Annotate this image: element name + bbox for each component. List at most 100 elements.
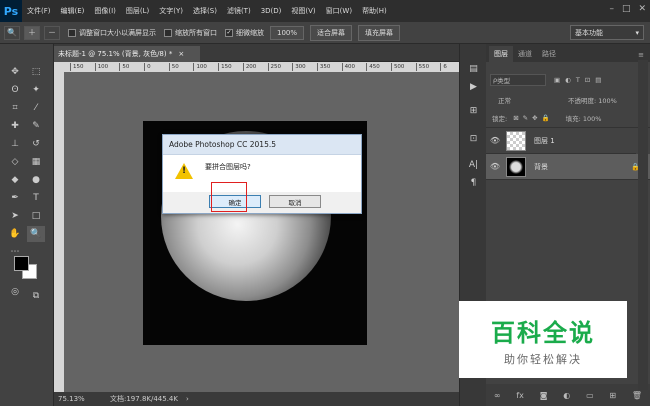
fill-field[interactable]: 填充: 100%	[566, 113, 602, 123]
layer-thumbnail	[506, 130, 526, 151]
menu-file[interactable]: 文件(F)	[22, 6, 56, 16]
fill-screen-button[interactable]: 填充屏幕	[358, 24, 401, 41]
minimize-button[interactable]: –	[609, 4, 614, 14]
lock-label: 锁定:	[492, 115, 508, 123]
ruler-tick-label: 350	[316, 63, 330, 71]
properties-panel-icon[interactable]: ⊞	[466, 104, 481, 118]
clone-stamp-tool-icon[interactable]: ⊥	[6, 136, 24, 152]
tab-paths[interactable]: 路径	[537, 46, 561, 62]
crop-tool-icon[interactable]: ⌗	[6, 100, 24, 116]
document-info: 文档:197.8K/445.4K	[110, 395, 178, 403]
new-group-icon[interactable]: ▭	[586, 391, 594, 400]
watermark-subtitle: 助你轻松解决	[504, 352, 582, 366]
type-tool-icon[interactable]: T	[27, 190, 45, 206]
screen-mode-icon[interactable]: ⧉	[27, 288, 45, 304]
ruler-tick-label: 200	[242, 63, 256, 71]
brush-tool-icon[interactable]: ✎	[27, 118, 45, 134]
menu-select[interactable]: 选择(S)	[188, 6, 222, 16]
workspace-select[interactable]: 基本功能 ▾	[570, 25, 644, 40]
warning-icon: !	[175, 163, 193, 179]
document-tab-bar: 未标题-1 @ 75.1% (背景, 灰色/8) * ×	[54, 44, 459, 62]
zoom-level[interactable]: 75.13%	[58, 395, 98, 403]
zoom-all-checkbox[interactable]: 缩放所有窗口	[164, 28, 217, 38]
filter-type-icons[interactable]: ▣◐T⊡▤	[554, 76, 606, 84]
close-tab-icon[interactable]: ×	[178, 50, 184, 58]
delete-layer-icon[interactable]: 🗑	[632, 391, 642, 400]
history-panel-icon[interactable]: ▤	[466, 62, 481, 76]
adjustment-layer-icon[interactable]: ◐	[563, 391, 570, 400]
magic-wand-tool-icon[interactable]: ✦	[27, 82, 45, 98]
link-layers-icon[interactable]: ∞	[494, 391, 501, 400]
menu-help[interactable]: 帮助(H)	[357, 6, 392, 16]
ruler-tick-label: 0	[144, 63, 151, 71]
history-brush-tool-icon[interactable]: ↺	[27, 136, 45, 152]
document-tab[interactable]: 未标题-1 @ 75.1% (背景, 灰色/8) * ×	[54, 46, 200, 62]
ruler-tick-label: 50	[119, 63, 129, 71]
ruler-tick-label: 150	[70, 63, 84, 71]
visibility-eye-icon[interactable]: 👁	[486, 136, 504, 145]
move-tool-icon[interactable]: ✥	[6, 64, 24, 80]
zoom-tool-icon[interactable]: 🔍	[27, 226, 45, 242]
menu-window[interactable]: 窗口(W)	[321, 6, 357, 16]
checkbox-icon	[68, 28, 76, 37]
gradient-tool-icon[interactable]: ▦	[27, 154, 45, 170]
new-layer-icon[interactable]: ⊞	[609, 391, 616, 400]
eraser-tool-icon[interactable]: ◇	[6, 154, 24, 170]
chevron-right-icon[interactable]: ›	[186, 395, 189, 403]
blend-mode-select[interactable]: 正常	[498, 95, 558, 105]
filter-kind-select[interactable]: ρ 类型	[490, 74, 546, 86]
menu-filter[interactable]: 滤镜(T)	[222, 6, 256, 16]
ruler-tick-label: 300	[292, 63, 306, 71]
paragraph-panel-icon[interactable]: ¶	[466, 176, 481, 190]
zoom-out-icon[interactable]: －	[44, 25, 60, 40]
tab-layers[interactable]: 图层	[489, 46, 513, 62]
menu-layer[interactable]: 图层(L)	[121, 6, 154, 16]
zoom-tool-preset-icon[interactable]: 🔍	[4, 25, 20, 40]
menu-bar: Ps 文件(F) 编辑(E) 图像(I) 图层(L) 文字(Y) 选择(S) 滤…	[0, 0, 650, 22]
actions-panel-icon[interactable]: ▶	[466, 80, 481, 94]
scrubby-zoom-checkbox[interactable]: ✓ 细微缩放	[225, 28, 264, 38]
highlight-box	[211, 182, 247, 212]
character-panel-icon[interactable]: A|	[466, 158, 481, 172]
fit-screen-button[interactable]: 适合屏幕	[310, 24, 353, 41]
dialog-body: ! 要拼合图层吗?	[163, 155, 361, 192]
resize-windows-checkbox[interactable]: 调整窗口大小以满屏显示	[68, 28, 156, 38]
menu-view[interactable]: 视图(V)	[286, 6, 320, 16]
zoom-in-icon[interactable]: ＋	[24, 25, 40, 40]
pen-tool-icon[interactable]: ✒	[6, 190, 24, 206]
hand-tool-icon[interactable]: ✋	[6, 226, 24, 242]
marquee-tool-icon[interactable]: ⬚	[27, 64, 45, 80]
dodge-tool-icon[interactable]: ●	[27, 172, 45, 188]
cancel-button[interactable]: 取消	[269, 195, 321, 208]
layer-name: 图层 1	[534, 136, 555, 145]
menu-type[interactable]: 文字(Y)	[154, 6, 188, 16]
layer-row[interactable]: 👁 图层 1	[486, 128, 636, 154]
close-button[interactable]: ✕	[638, 4, 646, 14]
menu-3d[interactable]: 3D(D)	[256, 7, 287, 15]
menu-image[interactable]: 图像(I)	[89, 6, 121, 16]
opacity-field[interactable]: 不透明度: 100%	[568, 95, 617, 105]
eyedropper-tool-icon[interactable]: ⁄	[27, 100, 45, 116]
visibility-eye-icon[interactable]: 👁	[486, 162, 504, 171]
layer-style-icon[interactable]: fx	[516, 391, 524, 400]
rectangle-tool-icon[interactable]: □	[27, 208, 45, 224]
flatten-dialog: Adobe Photoshop CC 2015.5 ! 要拼合图层吗? 确定 取…	[162, 134, 362, 214]
add-mask-icon[interactable]: ◙	[540, 391, 548, 400]
tab-channels[interactable]: 通道	[513, 46, 537, 62]
healing-brush-tool-icon[interactable]: ✚	[6, 118, 24, 134]
menu-edit[interactable]: 编辑(E)	[56, 6, 90, 16]
panel-scrollbar[interactable]	[638, 60, 648, 390]
ruler-tick-label: 100	[94, 63, 108, 71]
quick-mask-icon[interactable]: ◎	[6, 284, 24, 300]
dialog-title: Adobe Photoshop CC 2015.5	[163, 135, 361, 155]
foreground-color-swatch[interactable]	[14, 256, 29, 271]
lasso-tool-icon[interactable]: ʘ	[6, 82, 24, 98]
layer-row-selected[interactable]: 👁 背景 🔒	[486, 154, 650, 180]
blur-tool-icon[interactable]: ◆	[6, 172, 24, 188]
panel-tabs: 图层 通道 路径 ≡	[486, 44, 650, 62]
lock-icons[interactable]: ⊠✎✥🔒	[513, 114, 553, 122]
zoom-100-button[interactable]: 100%	[270, 25, 305, 40]
path-selection-tool-icon[interactable]: ➤	[6, 208, 24, 224]
tool-presets-icon[interactable]: ⊡	[466, 132, 481, 146]
maximize-button[interactable]: □	[622, 4, 631, 14]
